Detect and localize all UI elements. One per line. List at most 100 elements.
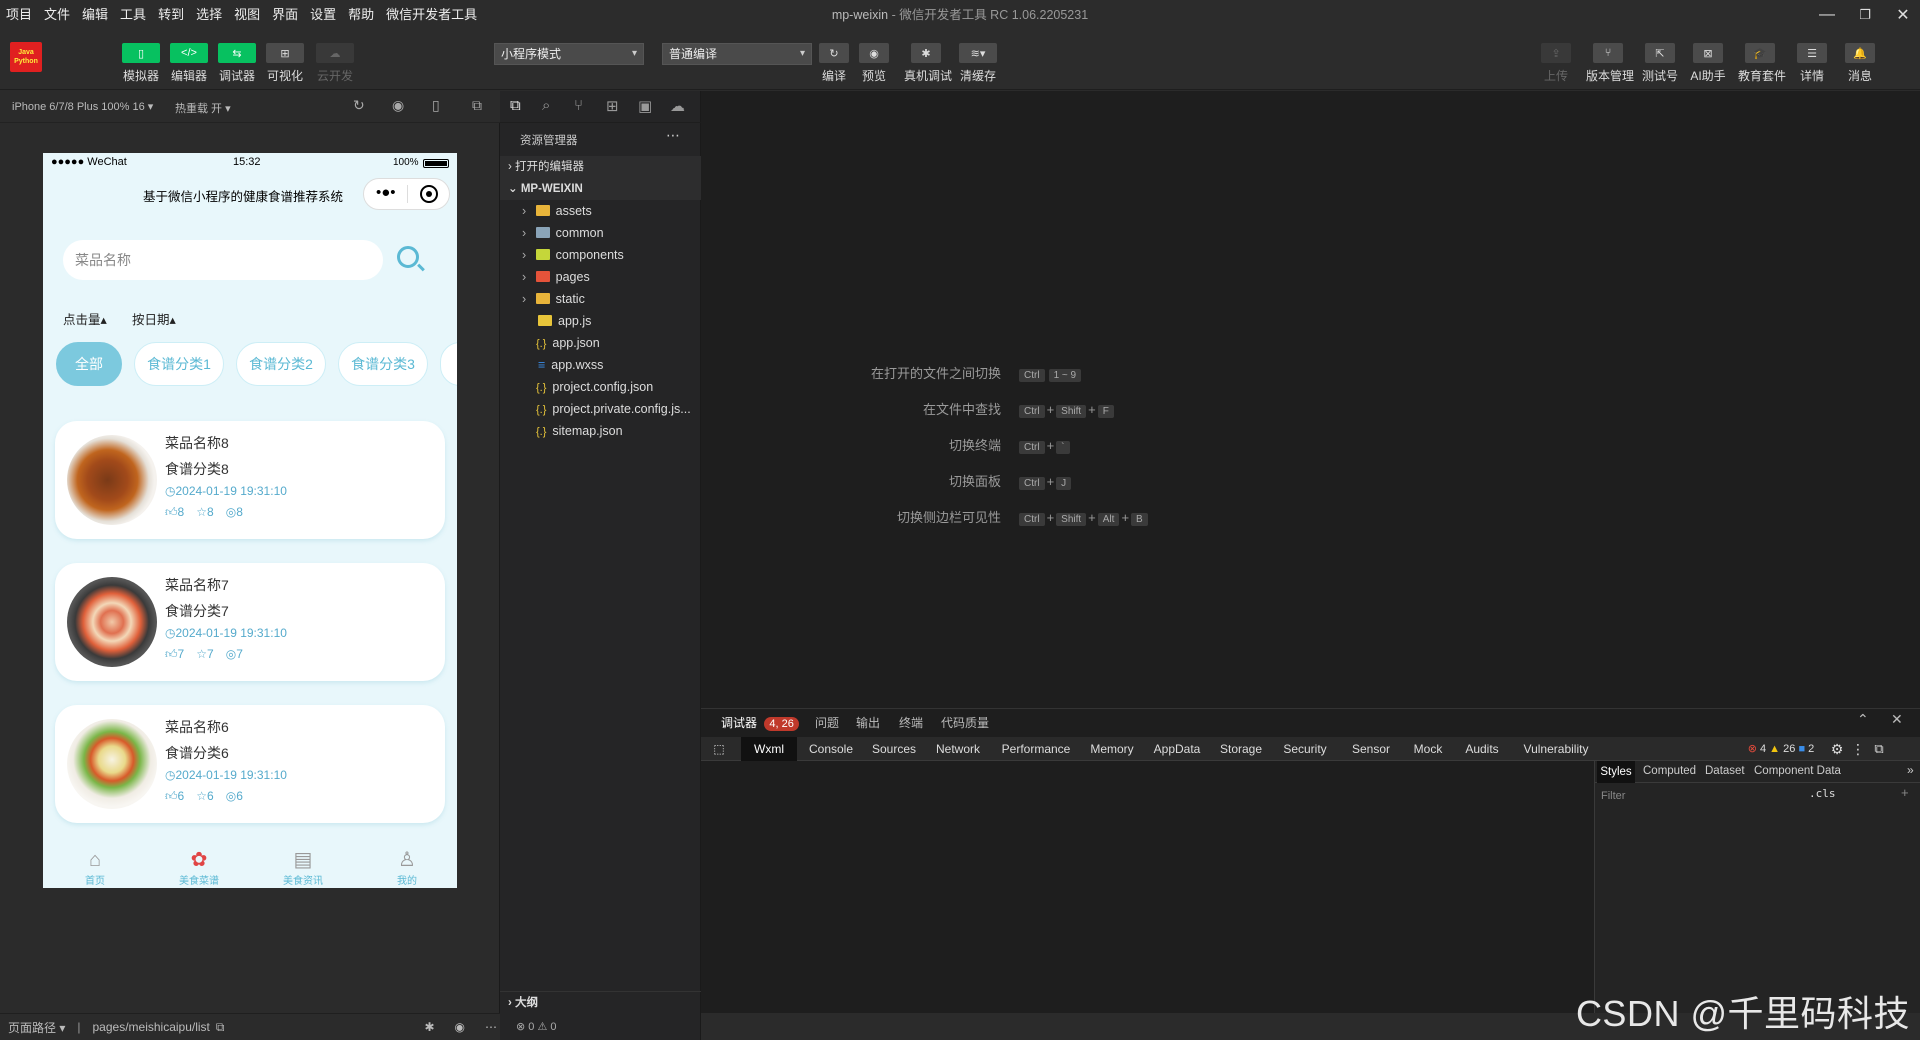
- tree-file-app-wxss[interactable]: ≡ app.wxss: [500, 354, 701, 376]
- test-account-button[interactable]: ⇱ 测试号: [1638, 43, 1682, 84]
- tree-file-app-json[interactable]: {.} app.json: [500, 332, 701, 354]
- recipe-card[interactable]: 菜品名称7 食谱分类7 ◷2024-01-19 19:31:10 👍︎7 ☆7 …: [55, 563, 445, 681]
- visual-button[interactable]: ⊞ 可视化: [263, 43, 307, 84]
- tree-folder-assets[interactable]: › assets: [500, 200, 701, 222]
- eye-icon[interactable]: ◉: [455, 1020, 465, 1034]
- tab-terminal[interactable]: 终端: [899, 714, 923, 731]
- menu-edit[interactable]: 编辑: [76, 0, 114, 30]
- menu-select[interactable]: 选择: [190, 0, 228, 30]
- tree-folder-common[interactable]: › common: [500, 222, 701, 244]
- rotate-icon[interactable]: ↻: [353, 97, 365, 114]
- menu-ui[interactable]: 界面: [266, 0, 304, 30]
- chevron-double-right-icon[interactable]: »: [1907, 763, 1914, 777]
- style-tab-component-data[interactable]: Component Data: [1754, 765, 1841, 777]
- devtab-audits[interactable]: Audits: [1457, 737, 1507, 761]
- tab-debugger[interactable]: 调试器 4, 26: [721, 714, 799, 731]
- tree-file-app-js[interactable]: app.js: [500, 310, 701, 332]
- editor-button[interactable]: </> 编辑器: [167, 43, 211, 84]
- version-button[interactable]: ⑂ 版本管理: [1586, 43, 1634, 84]
- details-button[interactable]: ☰ 详情: [1790, 43, 1834, 84]
- sort-date[interactable]: 按日期▴: [132, 309, 176, 328]
- preview-button[interactable]: ◉ 预览: [852, 43, 896, 84]
- category-3[interactable]: 食谱分类3: [338, 342, 428, 386]
- more-dots-icon[interactable]: •●•: [376, 184, 396, 201]
- tree-file-project-private-config[interactable]: {.} project.private.config.js...: [500, 398, 701, 420]
- menu-project[interactable]: 项目: [0, 0, 38, 30]
- tree-folder-pages[interactable]: › pages: [500, 266, 701, 288]
- source-control-icon[interactable]: ⑂: [574, 97, 583, 114]
- devtab-sensor[interactable]: Sensor: [1343, 737, 1399, 761]
- issue-counts[interactable]: ⊗ 4 ▲ 26 ■ 2: [1741, 737, 1821, 761]
- close-mini-icon[interactable]: [420, 185, 438, 203]
- simulator-button[interactable]: ▯ 模拟器: [119, 43, 163, 84]
- problems-status[interactable]: ⊗ 0 ⚠ 0: [516, 1020, 556, 1033]
- tab-news[interactable]: ▤ 美食资讯: [251, 848, 355, 887]
- tree-folder-static[interactable]: › static: [500, 288, 701, 310]
- copy-icon[interactable]: ⧉: [216, 1020, 225, 1035]
- devtab-mock[interactable]: Mock: [1405, 737, 1451, 761]
- devtab-vulnerability[interactable]: Vulnerability: [1513, 737, 1599, 761]
- extensions-icon[interactable]: ⊞: [606, 97, 619, 115]
- hotreload-select[interactable]: 热重载 开 ▾: [175, 100, 231, 116]
- category-1[interactable]: 食谱分类1: [134, 342, 224, 386]
- remote-debug-button[interactable]: ✱ 真机调试: [904, 43, 952, 84]
- cls-toggle[interactable]: .cls: [1809, 787, 1836, 800]
- tree-folder-components[interactable]: › components: [500, 244, 701, 266]
- device-select[interactable]: iPhone 6/7/8 Plus 100% 16 ▾: [12, 100, 153, 113]
- devtab-sources[interactable]: Sources: [866, 737, 922, 761]
- add-rule-icon[interactable]: +: [1901, 785, 1909, 800]
- tab-mine[interactable]: ♙ 我的: [355, 848, 457, 887]
- outline-section[interactable]: › 大纲: [500, 991, 701, 1013]
- upload-button[interactable]: ⇪ 上传: [1534, 43, 1578, 84]
- close-window-button[interactable]: ✕: [1880, 0, 1920, 30]
- tab-problems[interactable]: 问题: [815, 714, 839, 731]
- tree-file-project-config[interactable]: {.} project.config.json: [500, 376, 701, 398]
- search-icon[interactable]: ⌕: [542, 97, 550, 114]
- tab-recipes[interactable]: ✿ 美食菜谱: [147, 848, 251, 887]
- tab-code-quality[interactable]: 代码质量: [941, 714, 989, 731]
- more-icon[interactable]: ⋯: [666, 127, 680, 144]
- popout-icon[interactable]: ⧉: [472, 97, 482, 114]
- cloud-dev-button[interactable]: ☁ 云开发: [313, 43, 357, 84]
- category-2[interactable]: 食谱分类2: [236, 342, 326, 386]
- docker-icon[interactable]: ☁: [670, 97, 685, 115]
- style-tab-dataset[interactable]: Dataset: [1705, 765, 1745, 777]
- menu-view[interactable]: 视图: [228, 0, 266, 30]
- menu-file[interactable]: 文件: [38, 0, 76, 30]
- ai-assistant-button[interactable]: ⊠ AI助手: [1686, 43, 1730, 84]
- mode-select[interactable]: 小程序模式: [494, 43, 644, 65]
- devtab-network[interactable]: Network: [927, 737, 989, 761]
- more-icon[interactable]: ⋯: [485, 1020, 497, 1034]
- menu-help[interactable]: 帮助: [342, 0, 380, 30]
- page-path-select[interactable]: 页面路径 ▾: [8, 1019, 65, 1036]
- messages-button[interactable]: 🔔 消息: [1838, 43, 1882, 84]
- chevron-up-icon[interactable]: ⌃: [1857, 711, 1869, 728]
- debugger-button[interactable]: ⇆ 调试器: [215, 43, 259, 84]
- sort-clicks[interactable]: 点击量▴: [63, 309, 107, 328]
- devtab-console[interactable]: Console: [801, 737, 861, 761]
- menu-goto[interactable]: 转到: [152, 0, 190, 30]
- styles-filter-input[interactable]: Filter: [1599, 787, 1803, 805]
- project-section[interactable]: ⌄ MP-WEIXIN: [500, 178, 701, 200]
- devtab-storage[interactable]: Storage: [1213, 737, 1269, 761]
- style-tab-styles[interactable]: Styles: [1597, 761, 1635, 783]
- clear-cache-button[interactable]: ≋▾ 清缓存: [956, 43, 1000, 84]
- devtab-appdata[interactable]: AppData: [1147, 737, 1207, 761]
- menu-wechat-devtools[interactable]: 微信开发者工具: [380, 0, 483, 30]
- devtab-security[interactable]: Security: [1275, 737, 1335, 761]
- search-icon[interactable]: [397, 246, 425, 272]
- compile-select[interactable]: 普通编译: [662, 43, 812, 65]
- phone-frame-icon[interactable]: ▯: [432, 97, 440, 114]
- devtab-wxml[interactable]: Wxml: [741, 737, 797, 761]
- style-tab-computed[interactable]: Computed: [1643, 765, 1696, 777]
- bug-icon[interactable]: ✱: [424, 1020, 434, 1034]
- gear-icon[interactable]: ⚙: [1827, 737, 1847, 761]
- tab-home[interactable]: ⌂ 首页: [43, 848, 147, 887]
- dock-icon[interactable]: ⧉: [1869, 737, 1889, 761]
- tree-file-sitemap[interactable]: {.} sitemap.json: [500, 420, 701, 442]
- files-icon[interactable]: ⧉: [510, 97, 521, 114]
- category-more[interactable]: [440, 342, 457, 386]
- compile-button[interactable]: ↻ 编译: [812, 43, 856, 84]
- close-panel-icon[interactable]: ✕: [1891, 711, 1903, 728]
- inspect-icon[interactable]: ⬚: [709, 737, 729, 761]
